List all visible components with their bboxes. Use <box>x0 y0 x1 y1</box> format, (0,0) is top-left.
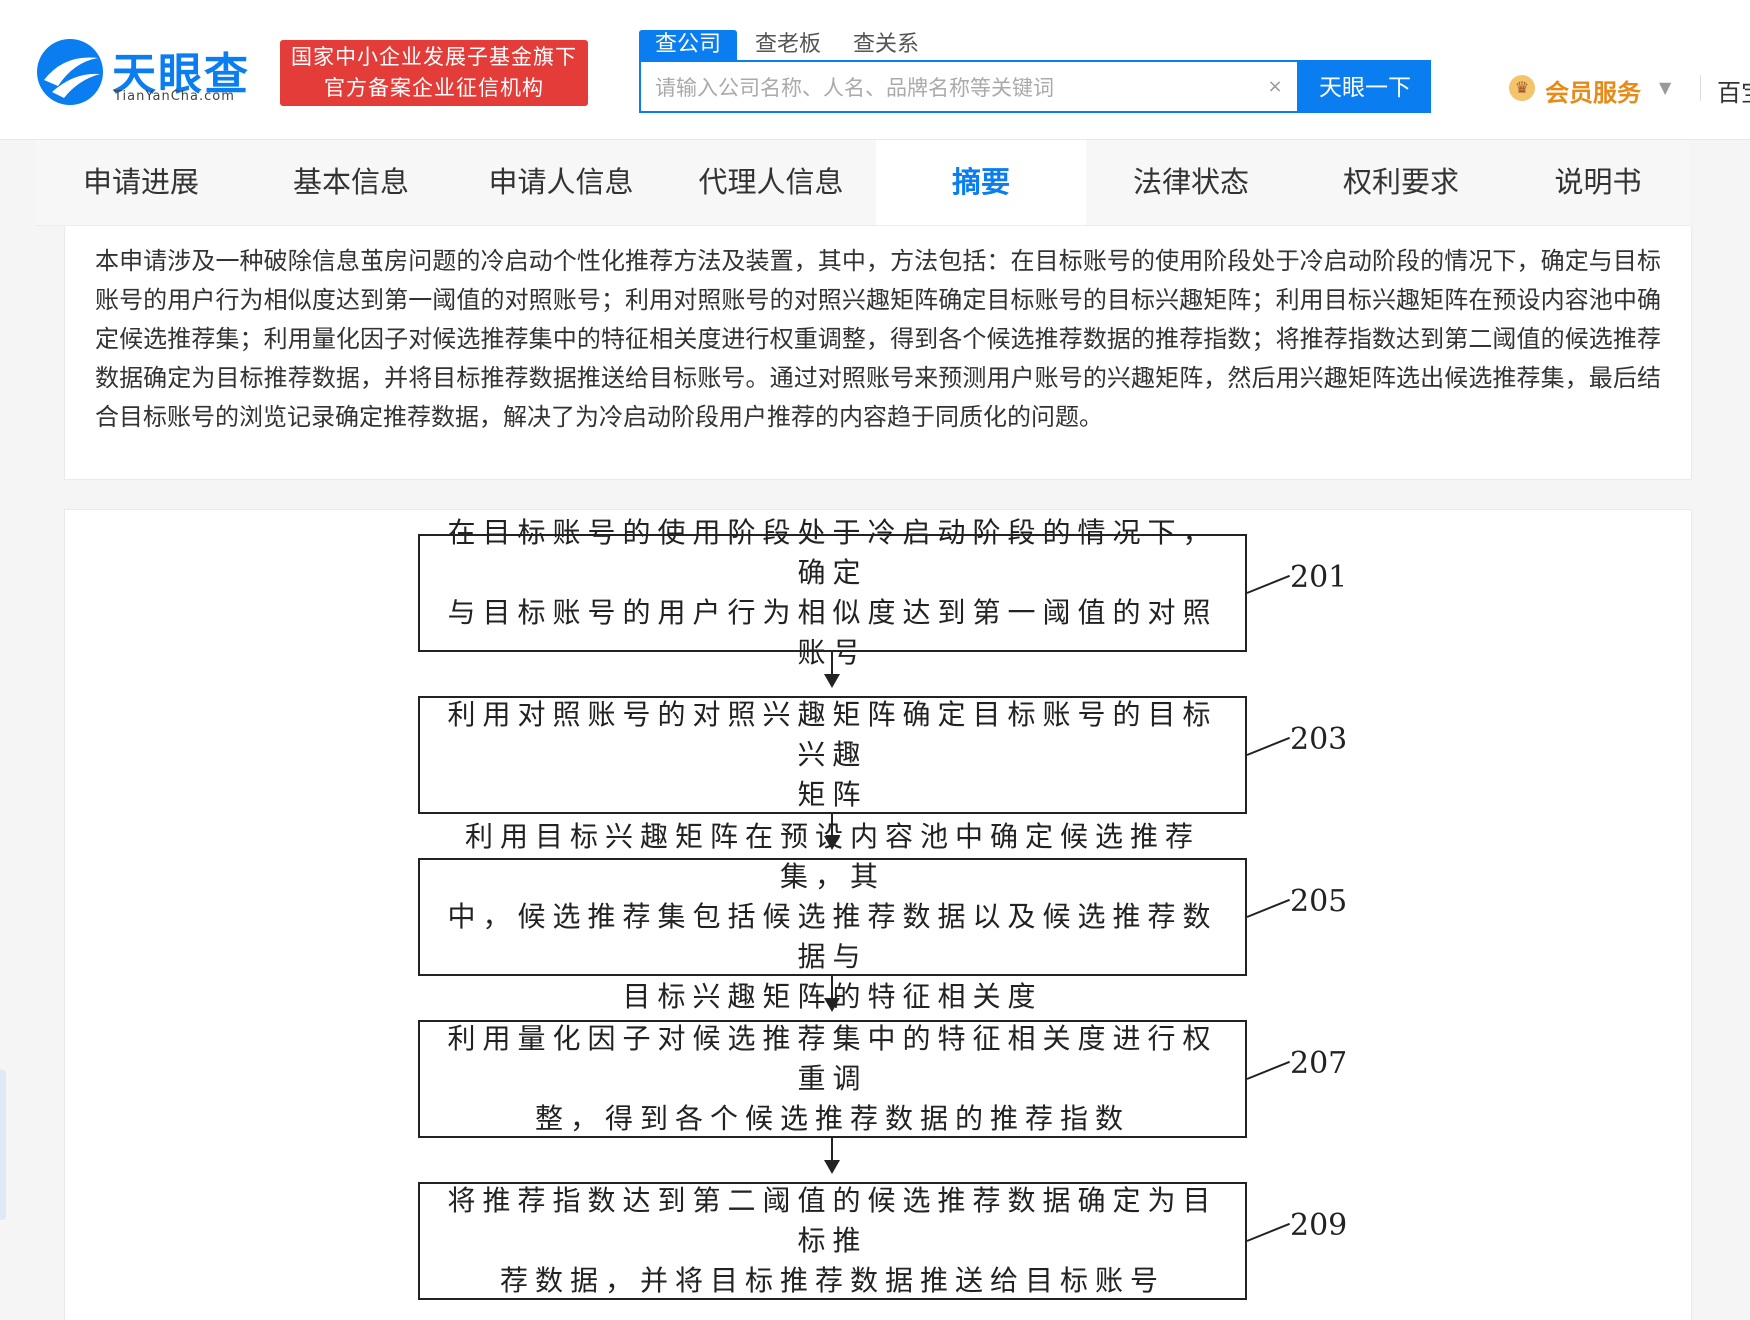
abstract-panel: 本申请涉及一种破除信息茧房问题的冷启动个性化推荐方法及装置，其中，方法包括：在目… <box>64 226 1692 480</box>
step-number: 201 <box>1290 560 1347 595</box>
flow-step-205: 利用目标兴趣矩阵在预设内容池中确定候选推荐集，其 中，候选推荐集包括候选推荐数据… <box>418 858 1247 976</box>
step-leader-line <box>1247 737 1290 756</box>
clear-icon[interactable]: × <box>1263 75 1287 99</box>
tab-claims[interactable]: 权利要求 <box>1296 140 1506 225</box>
flow-arrow <box>831 1138 833 1162</box>
flow-step-line: 荐数据，并将目标推荐数据推送给目标账号 <box>432 1261 1233 1301</box>
tab-applicant-info[interactable]: 申请人信息 <box>456 140 666 225</box>
flow-step-line: 利用对照账号的对照兴趣矩阵确定目标账号的目标兴趣 <box>432 695 1233 775</box>
step-leader-line <box>1247 575 1290 594</box>
step-leader-line <box>1247 899 1290 918</box>
tianyancha-logo[interactable]: 天眼查 TianYanCha.com <box>34 36 264 108</box>
flow-step-203: 利用对照账号的对照兴趣矩阵确定目标账号的目标兴趣 矩阵 <box>418 696 1247 814</box>
tab-description[interactable]: 说明书 <box>1506 140 1690 225</box>
logo-eye-icon <box>34 36 106 108</box>
arrow-head-icon <box>824 998 840 1012</box>
arrow-head-icon <box>824 1160 840 1174</box>
tab-abstract[interactable]: 摘要 <box>876 140 1086 225</box>
search-box: × <box>639 60 1299 113</box>
header-divider <box>1700 75 1701 101</box>
search-input[interactable] <box>653 68 1257 108</box>
caret-down-icon: ▼ <box>1659 73 1671 103</box>
flow-step-line: 矩阵 <box>432 775 1233 815</box>
flow-step-line: 将推荐指数达到第二阈值的候选推荐数据确定为目标推 <box>432 1181 1233 1261</box>
tab-basic-info[interactable]: 基本信息 <box>246 140 456 225</box>
step-number: 207 <box>1290 1046 1347 1081</box>
crown-icon: ♛ <box>1509 75 1535 101</box>
slogan-line-1: 国家中小企业发展子基金旗下 <box>280 42 588 73</box>
abstract-text: 本申请涉及一种破除信息茧房问题的冷启动个性化推荐方法及装置，其中，方法包括：在目… <box>95 242 1661 437</box>
flow-step-line: 中，候选推荐集包括候选推荐数据以及候选推荐数据与 <box>432 897 1233 977</box>
member-service-label: 会员服务 <box>1545 73 1641 108</box>
tab-search-company[interactable]: 查公司 <box>639 30 737 60</box>
slogan-line-2: 官方备案企业征信机构 <box>280 73 588 104</box>
tab-legal-status[interactable]: 法律状态 <box>1086 140 1296 225</box>
flow-step-line: 利用量化因子对候选推荐集中的特征相关度进行权重调 <box>432 1019 1233 1099</box>
site-header: 天眼查 TianYanCha.com 国家中小企业发展子基金旗下 官方备案企业征… <box>0 0 1750 140</box>
search-button[interactable]: 天眼一下 <box>1299 60 1431 113</box>
flow-step-209: 将推荐指数达到第二阈值的候选推荐数据确定为目标推 荐数据，并将目标推荐数据推送给… <box>418 1182 1247 1300</box>
logo-domain: TianYanCha.com <box>114 89 235 104</box>
flow-step-line: 在目标账号的使用阶段处于冷启动阶段的情况下，确定 <box>432 513 1233 593</box>
header-more-link[interactable]: 百宝 <box>1717 73 1750 108</box>
tab-search-relation[interactable]: 查关系 <box>853 30 919 60</box>
step-leader-line <box>1247 1061 1290 1080</box>
abstract-figure: 在目标账号的使用阶段处于冷启动阶段的情况下，确定 与目标账号的用户行为相似度达到… <box>64 509 1692 1320</box>
tab-search-boss[interactable]: 查老板 <box>755 30 821 60</box>
tab-agent-info[interactable]: 代理人信息 <box>666 140 876 225</box>
step-leader-line <box>1247 1223 1290 1242</box>
flow-step-201: 在目标账号的使用阶段处于冷启动阶段的情况下，确定 与目标账号的用户行为相似度达到… <box>418 534 1247 652</box>
side-feedback-tab[interactable] <box>0 1070 6 1220</box>
flow-arrow <box>831 976 833 1000</box>
slogan-badge: 国家中小企业发展子基金旗下 官方备案企业征信机构 <box>280 40 588 106</box>
flow-arrow <box>831 652 833 676</box>
step-number: 203 <box>1290 722 1347 757</box>
flow-step-line: 整，得到各个候选推荐数据的推荐指数 <box>432 1099 1233 1139</box>
step-number: 209 <box>1290 1208 1347 1243</box>
arrow-head-icon <box>824 674 840 688</box>
tab-application-progress[interactable]: 申请进展 <box>36 140 246 225</box>
flow-step-line: 利用目标兴趣矩阵在预设内容池中确定候选推荐集，其 <box>432 817 1233 897</box>
flow-step-207: 利用量化因子对候选推荐集中的特征相关度进行权重调 整，得到各个候选推荐数据的推荐… <box>418 1020 1247 1138</box>
step-number: 205 <box>1290 884 1347 919</box>
patent-nav-tabs: 申请进展 基本信息 申请人信息 代理人信息 摘要 法律状态 权利要求 说明书 <box>36 140 1690 226</box>
